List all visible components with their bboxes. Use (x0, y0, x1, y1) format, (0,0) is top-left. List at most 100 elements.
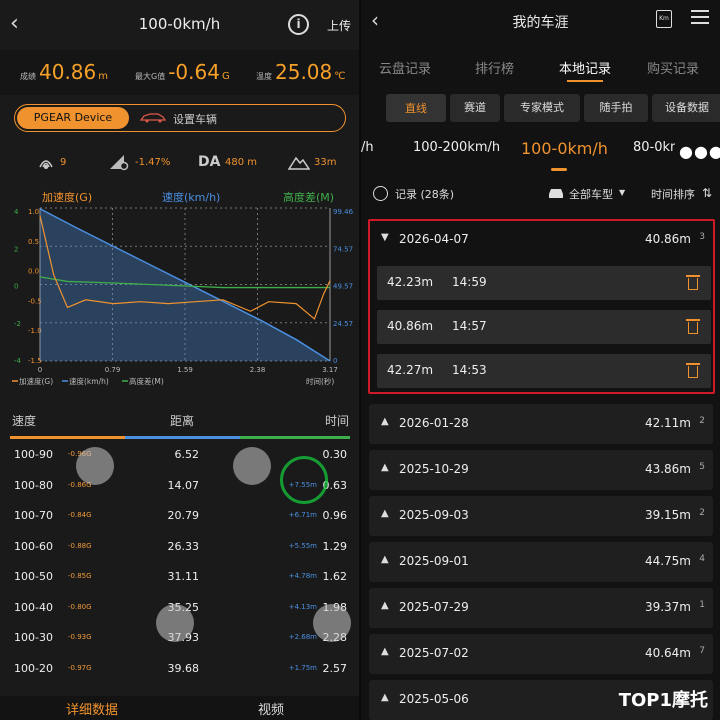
x-tick-label: 0 (38, 366, 42, 374)
split-name: 100-90 (14, 448, 53, 461)
set-car-button[interactable]: 设置车辆 (173, 111, 217, 127)
split-time: 0.96 (322, 509, 348, 522)
altitude-tick-label: 99.46 (333, 208, 354, 216)
expand-toggle-icon: ▲ (381, 600, 389, 611)
brand-watermark: TOP1摩托 (618, 690, 708, 711)
mode-tabs: 直线 赛道 专家模式 随手拍 设备数据 (386, 94, 720, 122)
accel-tick-label: 2 (14, 245, 18, 253)
header-bar-blue (125, 436, 240, 439)
menu-icon[interactable] (691, 10, 709, 26)
mode-device-data[interactable]: 设备数据 (652, 94, 720, 122)
detail-header: ‹ 100-0km/h i 上传 (0, 0, 359, 50)
satellite-icon (39, 160, 53, 169)
record-group[interactable]: ▲ 2025-09-01 44.75m 4 (369, 542, 713, 582)
altitude-tick-label: 24.57 (333, 320, 353, 328)
mode-expert[interactable]: 专家模式 (504, 94, 580, 122)
speed-tick-label: 0.0 (28, 268, 39, 276)
record-group[interactable]: ▲ 2025-07-29 39.37m 1 (369, 588, 713, 628)
speed-tick-label: 1.0 (28, 208, 39, 216)
record-group[interactable]: ▲ 2025-07-02 40.64m 7 (369, 634, 713, 674)
stat-temperature: 温度 25.08 ℃ (256, 60, 346, 84)
sort-button[interactable]: 时间排序 (651, 186, 695, 202)
split-name: 100-30 (14, 631, 53, 644)
split-time: 0.30 (322, 448, 348, 461)
speed-tick-label: -1.0 (28, 327, 42, 335)
group-count: 5 (699, 462, 705, 472)
speed-tick-label: -0.5 (28, 297, 42, 305)
watermark-logo (233, 447, 271, 485)
upload-button[interactable]: 上传 (327, 17, 351, 34)
header-bar-orange (10, 436, 125, 439)
split-row: 100-70 -0.84G 20.79 +6.71m 0.96 (0, 501, 359, 531)
split-delta: +2.68m (288, 633, 317, 641)
split-g: -0.80G (68, 602, 92, 611)
speed-range-100-0[interactable]: 100-0km/h (521, 139, 608, 158)
group-date: 2025-05-06 (399, 692, 469, 706)
split-g: -0.97G (68, 663, 92, 672)
car-filter-icon (549, 189, 563, 198)
speed-range-tabs: /h 100-200km/h 100-0km/h 80-0km (361, 139, 720, 170)
stat-result: 成绩 40.86 m (20, 60, 109, 84)
da-label: DA (198, 154, 221, 170)
x-tick-label: 0.79 (105, 366, 121, 374)
group-distance: 44.75m (644, 554, 691, 568)
x-tick-label: 2.38 (250, 366, 266, 374)
split-name: 100-40 (14, 600, 53, 614)
header-bar-green (240, 436, 350, 439)
mode-straight[interactable]: 直线 (386, 94, 446, 122)
speed-range-partial[interactable]: /h (361, 140, 374, 155)
group-date: 2025-09-01 (399, 554, 469, 568)
tab-ranking[interactable]: 排行榜 (475, 58, 514, 77)
tab-cloud[interactable]: 云盘记录 (379, 58, 431, 77)
split-name: 100-50 (14, 570, 53, 583)
speed-accel-chart: 0 0.79 1.59 2.38 3.17 4 2 0 -2 -4 1.0 0.5 0.0 -0.5 -1.… (0, 203, 359, 393)
stat-max-g: 最大G值 -0.64 G (135, 60, 230, 84)
car-filter-button[interactable]: 全部车型 (569, 186, 613, 202)
result-stats: 成绩 40.86 m 最大G值 -0.64 G 温度 25.08 ℃ (0, 50, 359, 95)
record-group[interactable]: ▲ 2026-01-28 42.11m 2 (369, 404, 713, 444)
expand-toggle-icon: ▲ (381, 554, 389, 565)
info-icon[interactable]: i (288, 14, 309, 35)
tab-local[interactable]: 本地记录 (559, 58, 611, 77)
da-value: 480 m (225, 157, 258, 168)
split-time: 2.57 (322, 661, 348, 675)
speed-range-80-0[interactable]: 80-0km (633, 140, 675, 155)
records-header: ‹ 我的车涯 Km (361, 0, 720, 42)
group-date: 2025-09-03 (399, 508, 469, 522)
sort-icon: ⇅ (702, 186, 713, 200)
run-detail-panel: ‹ 100-0km/h i 上传 成绩 40.86 m 最大G值 -0.64 G… (0, 0, 359, 720)
expand-toggle-icon: ▲ (381, 692, 389, 703)
highlight-box (368, 219, 715, 394)
video-tab[interactable]: 视频 (258, 699, 284, 718)
detail-data-tab[interactable]: 详细数据 (66, 699, 118, 718)
expand-toggle-icon: ▲ (381, 646, 389, 657)
x-tick-label: 3.17 (322, 366, 338, 374)
record-group[interactable]: ▲ 2025-09-03 39.15m 2 (369, 496, 713, 536)
watermark-logo (156, 604, 194, 642)
group-count: 2 (699, 508, 705, 518)
split-distance: 26.33 (167, 539, 200, 553)
altitude-tick-label: 49.57 (333, 283, 353, 291)
more-icon[interactable]: ●●● (679, 142, 720, 161)
chart-svg: 0 0.79 1.59 2.38 3.17 4 2 0 -2 -4 1.0 0.5 0.0 -0.5 -1.… (12, 207, 354, 386)
chevron-down-icon: ▼ (619, 188, 626, 197)
split-distance: 6.52 (174, 448, 200, 461)
mode-snapshot[interactable]: 随手拍 (584, 94, 648, 122)
split-table-header: 速度 距离 时间 (0, 408, 359, 438)
split-g: -0.85G (68, 572, 92, 580)
km-unit-icon[interactable]: Km (656, 10, 672, 28)
group-distance: 43.86m (644, 462, 691, 476)
speed-range-100-200[interactable]: 100-200km/h (413, 140, 500, 155)
record-tabs: 云盘记录 排行榜 本地记录 购买记录 (361, 52, 720, 82)
tab-purchase[interactable]: 购买记录 (647, 58, 699, 77)
record-group[interactable]: ▲ 2025-10-29 43.86m 5 (369, 450, 713, 490)
speed-tick-label: -1.5 (28, 357, 42, 365)
device-selector: PGEAR Device 设置车辆 (14, 104, 346, 132)
group-date: 2025-07-02 (399, 646, 469, 660)
split-distance: 14.07 (167, 478, 200, 492)
device-button[interactable]: PGEAR Device (17, 107, 129, 129)
mode-track[interactable]: 赛道 (450, 94, 500, 122)
accel-tick-label: -4 (14, 357, 22, 365)
accel-tick-label: 4 (14, 208, 19, 216)
accel-tick-label: 0 (14, 283, 18, 291)
